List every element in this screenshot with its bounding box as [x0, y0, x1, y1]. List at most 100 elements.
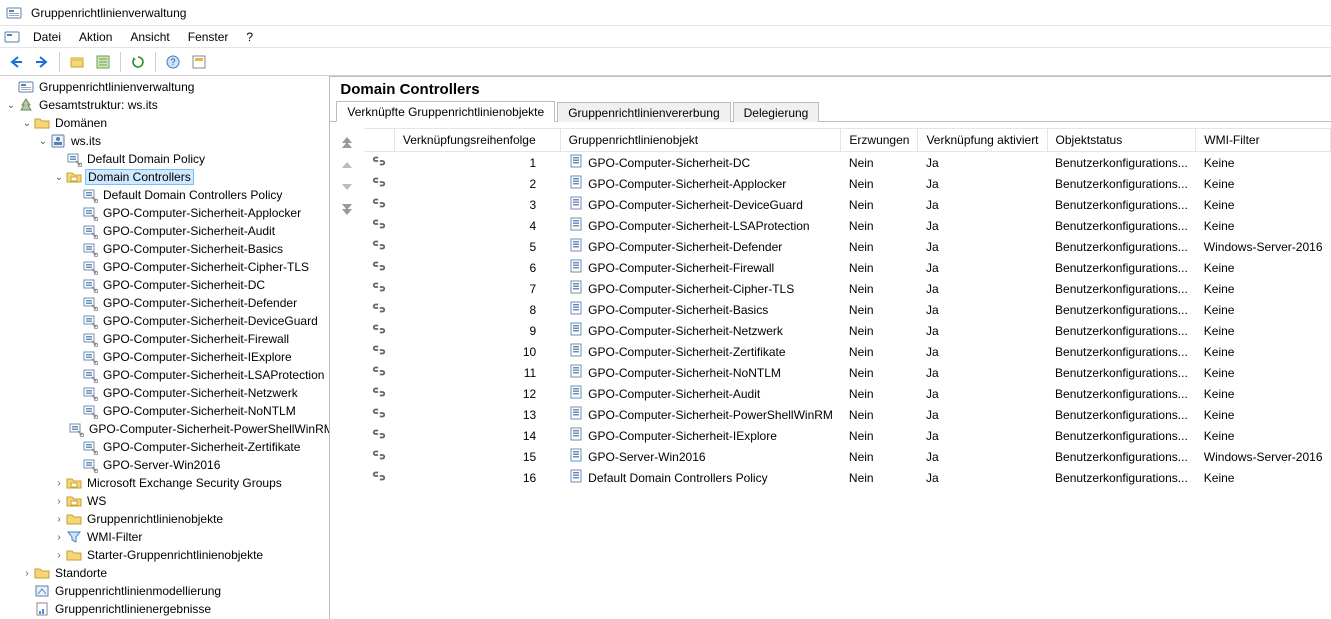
tree-wmi-filter[interactable]: ›WMI-Filter [0, 528, 329, 546]
col-gpo[interactable]: Gruppenrichtlinienobjekt [560, 129, 841, 152]
tree-twisty[interactable]: › [52, 532, 66, 543]
system-menu-icon[interactable] [4, 29, 20, 45]
tab-linked-gpos[interactable]: Verknüpfte Gruppenrichtlinienobjekte [336, 101, 555, 122]
gpo-link-table[interactable]: Verknüpfungsreihenfolge Gruppenrichtlini… [364, 129, 1331, 488]
toolbar-btn-3[interactable] [187, 50, 211, 74]
menu-file[interactable]: Datei [25, 28, 69, 46]
tree-dc-child-15[interactable]: GPO-Server-Win2016 [0, 456, 329, 474]
row-gpo[interactable]: GPO-Computer-Sicherheit-Defender [560, 236, 841, 257]
row-gpo[interactable]: GPO-Computer-Sicherheit-Basics [560, 299, 841, 320]
tab-inheritance[interactable]: Gruppenrichtlinienvererbung [557, 102, 730, 122]
move-down-button[interactable] [336, 178, 358, 196]
tree-dc-child-7[interactable]: GPO-Computer-Sicherheit-DeviceGuard [0, 312, 329, 330]
table-row[interactable]: 7GPO-Computer-Sicherheit-Cipher-TLSNeinJ… [364, 278, 1330, 299]
move-top-button[interactable] [336, 134, 358, 152]
tree-starter-gpo[interactable]: ›Starter-Gruppenrichtlinienobjekte [0, 546, 329, 564]
tree-forest[interactable]: ⌄Gesamtstruktur: ws.its [0, 96, 329, 114]
tree-twisty[interactable]: › [52, 496, 66, 507]
row-gpo[interactable]: GPO-Computer-Sicherheit-Cipher-TLS [560, 278, 841, 299]
table-row[interactable]: 2GPO-Computer-Sicherheit-ApplockerNeinJa… [364, 173, 1330, 194]
tree-dc-child-10[interactable]: GPO-Computer-Sicherheit-LSAProtection [0, 366, 329, 384]
toolbar-btn-1[interactable] [65, 50, 89, 74]
row-gpo[interactable]: GPO-Computer-Sicherheit-DeviceGuard [560, 194, 841, 215]
row-gpo[interactable]: GPO-Computer-Sicherheit-DC [560, 152, 841, 174]
col-status[interactable]: Objektstatus [1047, 129, 1196, 152]
tree-dc-child-1[interactable]: GPO-Computer-Sicherheit-Applocker [0, 204, 329, 222]
menu-action[interactable]: Aktion [71, 28, 120, 46]
table-row[interactable]: 1GPO-Computer-Sicherheit-DCNeinJaBenutze… [364, 152, 1330, 174]
tree-dc-child-13[interactable]: GPO-Computer-Sicherheit-PowerShellWinRM [0, 420, 329, 438]
tree-domain-controllers[interactable]: ⌄Domain Controllers [0, 168, 329, 186]
grid-wrapper[interactable]: Verknüpfungsreihenfolge Gruppenrichtlini… [364, 128, 1331, 619]
menu-view[interactable]: Ansicht [122, 28, 177, 46]
table-row[interactable]: 14GPO-Computer-Sicherheit-IExploreNeinJa… [364, 425, 1330, 446]
row-gpo[interactable]: GPO-Computer-Sicherheit-Applocker [560, 173, 841, 194]
tree-ms-exchange[interactable]: ›Microsoft Exchange Security Groups [0, 474, 329, 492]
tree-domains[interactable]: ⌄Domänen [0, 114, 329, 132]
table-row[interactable]: 4GPO-Computer-Sicherheit-LSAProtectionNe… [364, 215, 1330, 236]
forward-button[interactable] [30, 50, 54, 74]
refresh-button[interactable] [126, 50, 150, 74]
row-gpo[interactable]: Default Domain Controllers Policy [560, 467, 841, 488]
menu-window[interactable]: Fenster [180, 28, 237, 46]
tree-dc-child-5[interactable]: GPO-Computer-Sicherheit-DC [0, 276, 329, 294]
col-wmi[interactable]: WMI-Filter [1196, 129, 1331, 152]
tree-dc-child-6[interactable]: GPO-Computer-Sicherheit-Defender [0, 294, 329, 312]
move-up-button[interactable] [336, 156, 358, 174]
move-bottom-button[interactable] [336, 200, 358, 218]
tree-domain[interactable]: ⌄ws.its [0, 132, 329, 150]
row-gpo[interactable]: GPO-Computer-Sicherheit-Audit [560, 383, 841, 404]
table-row[interactable]: 13GPO-Computer-Sicherheit-PowerShellWinR… [364, 404, 1330, 425]
row-gpo[interactable]: GPO-Computer-Sicherheit-Zertifikate [560, 341, 841, 362]
tree-dc-child-12[interactable]: GPO-Computer-Sicherheit-NoNTLM [0, 402, 329, 420]
tree-dc-child-14[interactable]: GPO-Computer-Sicherheit-Zertifikate [0, 438, 329, 456]
tree-twisty[interactable]: › [52, 478, 66, 489]
tree-root[interactable]: Gruppenrichtlinienverwaltung [0, 78, 329, 96]
table-row[interactable]: 12GPO-Computer-Sicherheit-AuditNeinJaBen… [364, 383, 1330, 404]
tree-dc-child-3[interactable]: GPO-Computer-Sicherheit-Basics [0, 240, 329, 258]
tree-sites[interactable]: ›Standorte [0, 564, 329, 582]
help-button[interactable]: ? [161, 50, 185, 74]
table-row[interactable]: 3GPO-Computer-Sicherheit-DeviceGuardNein… [364, 194, 1330, 215]
table-row[interactable]: 9GPO-Computer-Sicherheit-NetzwerkNeinJaB… [364, 320, 1330, 341]
col-linkenabled[interactable]: Verknüpfung aktiviert [918, 129, 1047, 152]
tree-dc-child-9[interactable]: GPO-Computer-Sicherheit-IExplore [0, 348, 329, 366]
tree-results[interactable]: Gruppenrichtlinienergebnisse [0, 600, 329, 618]
col-icon[interactable] [364, 129, 394, 152]
row-gpo[interactable]: GPO-Computer-Sicherheit-PowerShellWinRM [560, 404, 841, 425]
tab-delegation[interactable]: Delegierung [733, 102, 820, 122]
tree-ws[interactable]: ›WS [0, 492, 329, 510]
table-row[interactable]: 5GPO-Computer-Sicherheit-DefenderNeinJaB… [364, 236, 1330, 257]
col-order[interactable]: Verknüpfungsreihenfolge [394, 129, 560, 152]
col-enforced[interactable]: Erzwungen [841, 129, 918, 152]
tree-dc-child-4[interactable]: GPO-Computer-Sicherheit-Cipher-TLS [0, 258, 329, 276]
tree-gpo-objects[interactable]: ›Gruppenrichtlinienobjekte [0, 510, 329, 528]
row-gpo[interactable]: GPO-Computer-Sicherheit-IExplore [560, 425, 841, 446]
tree-dc-child-8[interactable]: GPO-Computer-Sicherheit-Firewall [0, 330, 329, 348]
row-gpo[interactable]: GPO-Computer-Sicherheit-LSAProtection [560, 215, 841, 236]
row-gpo[interactable]: GPO-Server-Win2016 [560, 446, 841, 467]
tree-pane[interactable]: Gruppenrichtlinienverwaltung⌄Gesamtstruk… [0, 76, 330, 619]
tree-dc-child-2[interactable]: GPO-Computer-Sicherheit-Audit [0, 222, 329, 240]
table-row[interactable]: 11GPO-Computer-Sicherheit-NoNTLMNeinJaBe… [364, 362, 1330, 383]
tree-twisty[interactable]: › [52, 514, 66, 525]
tree-twisty[interactable]: ⌄ [4, 100, 18, 111]
tree-modelling[interactable]: Gruppenrichtlinienmodellierung [0, 582, 329, 600]
table-row[interactable]: 6GPO-Computer-Sicherheit-FirewallNeinJaB… [364, 257, 1330, 278]
back-button[interactable] [4, 50, 28, 74]
tree-dc-child-0[interactable]: Default Domain Controllers Policy [0, 186, 329, 204]
menu-help[interactable]: ? [238, 28, 261, 46]
tree-twisty[interactable]: ⌄ [52, 172, 66, 183]
table-row[interactable]: 8GPO-Computer-Sicherheit-BasicsNeinJaBen… [364, 299, 1330, 320]
table-row[interactable]: 15GPO-Server-Win2016NeinJaBenutzerkonfig… [364, 446, 1330, 467]
tree-twisty[interactable]: › [20, 568, 34, 579]
tree-default-domain-policy[interactable]: Default Domain Policy [0, 150, 329, 168]
table-row[interactable]: 16Default Domain Controllers PolicyNeinJ… [364, 467, 1330, 488]
tree-twisty[interactable]: ⌄ [20, 118, 34, 129]
toolbar-btn-2[interactable] [91, 50, 115, 74]
row-gpo[interactable]: GPO-Computer-Sicherheit-NoNTLM [560, 362, 841, 383]
row-gpo[interactable]: GPO-Computer-Sicherheit-Firewall [560, 257, 841, 278]
table-row[interactable]: 10GPO-Computer-Sicherheit-ZertifikateNei… [364, 341, 1330, 362]
tree-twisty[interactable]: › [52, 550, 66, 561]
tree-dc-child-11[interactable]: GPO-Computer-Sicherheit-Netzwerk [0, 384, 329, 402]
